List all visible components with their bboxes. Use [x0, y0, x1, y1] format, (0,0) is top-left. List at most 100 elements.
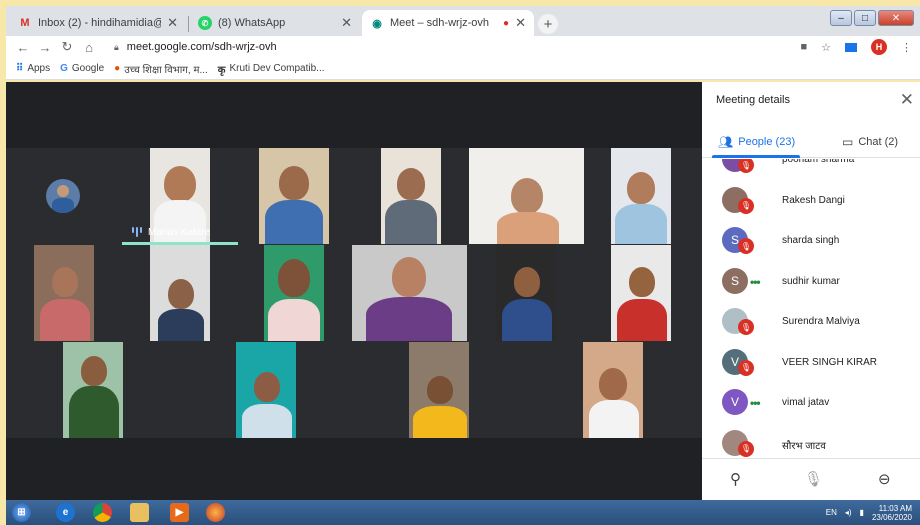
participant-name: sharda singh — [782, 235, 840, 246]
meet-video-grid: Manas Katare — [6, 82, 702, 500]
star-icon[interactable]: ☆ — [821, 41, 831, 54]
participant-video-tile[interactable] — [381, 148, 441, 244]
bookmark-label: उच्च शिक्षा विभाग, म... — [124, 64, 208, 76]
participant-video-tile[interactable] — [264, 245, 324, 341]
participant-video-tile[interactable] — [469, 148, 584, 244]
meet-top-band — [6, 82, 702, 148]
participant-video-tile[interactable] — [611, 148, 671, 244]
participant-video-tile[interactable] — [583, 342, 643, 438]
participant-video-tile[interactable] — [259, 148, 329, 244]
participant-name: VEER SINGH KIRAR — [782, 356, 878, 368]
participant-row[interactable]: 🎙︎ Rakesh Dangi — [702, 180, 920, 220]
mic-off-icon: 🎙︎ — [738, 159, 754, 173]
participant-row[interactable]: S 🎙︎ sharda singh — [702, 220, 920, 260]
emblem-icon: ● — [114, 63, 121, 74]
close-tab-icon[interactable]: ✕ — [167, 15, 178, 31]
bookmark-higher-education[interactable]: ● उच्च शिक्षा विभाग, म... — [114, 62, 208, 76]
tab-gmail[interactable]: M Inbox (2) - hindihamidia@gmail.c ✕ — [10, 10, 186, 36]
file-explorer-icon[interactable] — [130, 503, 149, 522]
speaker-icon[interactable]: ◂) — [845, 508, 852, 517]
bookmark-label: Kruti Dev Compatib... — [229, 63, 325, 74]
participant-name: Surendra Malviya — [782, 316, 860, 327]
mic-off-icon: 🎙︎ — [738, 238, 754, 254]
audio-level-icon — [132, 227, 142, 237]
participant-row[interactable]: 🎙︎ सौरभ जाटव — [702, 423, 920, 460]
camera-icon[interactable]: ■ — [800, 41, 807, 53]
close-tab-icon[interactable]: ✕ — [341, 15, 352, 31]
participant-video-tile[interactable] — [34, 245, 94, 341]
recording-dot-icon: ● — [503, 17, 510, 29]
clock[interactable]: 11:03 AM 23/06/2020 — [872, 504, 912, 522]
close-window-button[interactable]: ✕ — [878, 10, 914, 26]
people-icon: 👥︎ — [718, 135, 734, 149]
media-player-icon[interactable]: ▶ — [170, 503, 189, 522]
bookmark-google[interactable]: G Google — [60, 63, 104, 74]
bookmark-label: Apps — [27, 63, 51, 74]
google-icon: G — [60, 63, 68, 74]
internet-explorer-icon[interactable]: e — [56, 503, 75, 522]
more-options-icon[interactable]: ••• — [750, 396, 761, 410]
participant-name: सौरभ जाटव — [782, 440, 826, 452]
participant-video-tile[interactable] — [352, 245, 467, 341]
active-speaker-label: Manas Katare — [122, 220, 238, 244]
window-controls: ‒ □ ✕ — [828, 10, 914, 26]
meeting-details-panel: Meeting details ✕ 👥︎ People (23) ▭ Chat … — [702, 82, 920, 500]
minimize-button[interactable]: ‒ — [830, 10, 852, 26]
maximize-button[interactable]: □ — [854, 10, 876, 26]
participant-video-tile[interactable] — [611, 245, 671, 341]
chrome-icon[interactable] — [93, 503, 112, 522]
tab-chat[interactable]: ▭ Chat (2) — [842, 135, 898, 149]
close-icon[interactable]: ✕ — [900, 90, 914, 110]
participant-name: Rakesh Dangi — [782, 194, 845, 206]
participant-row[interactable]: 🎙︎ Surendra Malviya — [702, 301, 920, 341]
participant-name: vimal jatav — [782, 397, 830, 408]
participant-row[interactable]: V ••• vimal jatav — [702, 382, 920, 422]
reload-icon[interactable]: ↻ — [56, 39, 78, 55]
forward-icon[interactable]: → — [34, 40, 56, 55]
participant-row[interactable]: S ••• sudhir kumar — [702, 261, 920, 301]
home-icon[interactable]: ⌂ — [78, 40, 100, 55]
more-options-icon[interactable]: ••• — [750, 275, 761, 289]
start-button[interactable]: ⊞ — [12, 503, 31, 522]
tab-people[interactable]: 👥︎ People (23) — [718, 135, 795, 149]
back-icon[interactable]: ← — [12, 40, 34, 55]
participant-video-tile[interactable] — [236, 342, 296, 438]
participant-row[interactable]: 🎙︎ poonam sharma — [702, 159, 920, 179]
close-tab-icon[interactable]: ✕ — [515, 15, 526, 31]
profile-avatar[interactable]: H — [871, 39, 887, 55]
speaker-name: Manas Katare — [148, 226, 211, 238]
bookmark-apps[interactable]: ⠿ Apps — [16, 63, 50, 74]
participant-name: sudhir kumar — [782, 275, 840, 287]
extension-icon[interactable] — [845, 42, 857, 52]
participant-video-tile[interactable] — [409, 342, 469, 438]
participant-avatar: V — [722, 389, 748, 415]
tab-whatsapp[interactable]: ✆ (8) WhatsApp ✕ — [190, 10, 360, 36]
panel-title: Meeting details — [716, 94, 790, 106]
bookmark-kruti-dev[interactable]: कृ Kruti Dev Compatib... — [218, 62, 325, 76]
url-text: meet.google.com/sdh-wrjz-ovh — [126, 41, 277, 53]
remove-icon[interactable]: ⊖ — [878, 470, 891, 488]
mic-off-icon: 🎙︎ — [738, 440, 754, 457]
participant-video-tile[interactable] — [150, 245, 210, 341]
system-tray: EN ◂) ▮ 11:03 AM 23/06/2020 — [826, 500, 912, 525]
network-icon[interactable]: ▮ — [860, 508, 864, 517]
tab-label: People (23) — [738, 136, 796, 148]
firefox-icon[interactable] — [206, 503, 225, 522]
tab-label: Chat (2) — [858, 136, 899, 148]
tab-title: Inbox (2) - hindihamidia@gmail.c — [38, 17, 161, 29]
participant-video-tile[interactable] — [63, 342, 123, 438]
lock-icon: 🔒︎ — [114, 41, 119, 52]
mute-all-icon[interactable]: 🎙︎ — [804, 470, 823, 488]
participant-list: 🎙︎ poonam sharma 🎙︎ Rakesh Dangi S 🎙︎ sharda s… — [702, 159, 920, 459]
language-indicator[interactable]: EN — [826, 508, 837, 517]
tab-meet[interactable]: ◉ Meet – sdh-wrjz-ovh ● ✕ — [362, 10, 534, 36]
participant-avatar — [46, 179, 80, 213]
apps-grid-icon: ⠿ — [16, 63, 24, 74]
participant-row[interactable]: V 🎙︎ VEER SINGH KIRAR — [702, 342, 920, 382]
url-field[interactable]: 🔒︎ meet.google.com/sdh-wrjz-ovh — [114, 41, 277, 53]
menu-kebab-icon[interactable]: ⋮ — [901, 41, 912, 54]
participant-video-tile[interactable] — [496, 245, 556, 341]
new-tab-button[interactable]: + — [538, 14, 558, 34]
mic-off-icon: 🎙︎ — [738, 359, 754, 376]
pin-icon[interactable]: ⚲ — [730, 470, 741, 488]
